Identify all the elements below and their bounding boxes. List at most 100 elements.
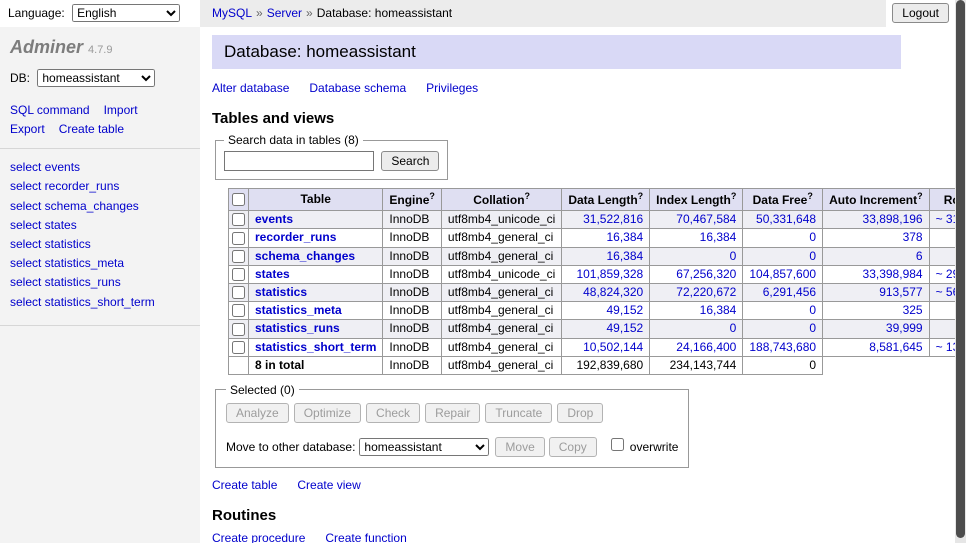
data-free-link[interactable]: 0 <box>809 230 816 244</box>
create-table-link[interactable]: Create table <box>212 478 277 492</box>
alter-database-link[interactable]: Alter database <box>212 81 289 95</box>
bulk-truncate-button[interactable]: Truncate <box>485 403 552 423</box>
data-length-link[interactable]: 49,152 <box>606 321 643 335</box>
move-button[interactable]: Move <box>495 437 544 457</box>
bulk-analyze-button[interactable]: Analyze <box>226 403 289 423</box>
index-length-link[interactable]: 16,384 <box>700 230 737 244</box>
data-length-link[interactable]: 49,152 <box>606 303 643 317</box>
bulk-check-button[interactable]: Check <box>366 403 420 423</box>
table-events-link[interactable]: events <box>255 212 293 226</box>
rows-count-link[interactable]: ~ 569,159 <box>936 285 955 299</box>
data-free-link[interactable]: 0 <box>809 303 816 317</box>
create-function-link[interactable]: Create function <box>325 531 406 543</box>
data-length-link[interactable]: 31,522,816 <box>583 212 643 226</box>
sidebar-select-events-link[interactable]: select events <box>10 160 80 174</box>
row-checkbox[interactable] <box>232 250 245 263</box>
db-select[interactable]: homeassistant <box>37 69 155 87</box>
collation-cell: utf8mb4_general_ci <box>441 283 561 301</box>
index-length-link[interactable]: 70,467,584 <box>676 212 736 226</box>
bulk-optimize-button[interactable]: Optimize <box>294 403 361 423</box>
scrollbar-thumb[interactable] <box>956 0 965 538</box>
table-statistics-runs-link[interactable]: statistics_runs <box>255 321 340 335</box>
create-view-link[interactable]: Create view <box>297 478 360 492</box>
breadcrumb-server-link[interactable]: Server <box>267 6 302 20</box>
sidebar-select-states-link[interactable]: select states <box>10 218 77 232</box>
auto-increment-link[interactable]: 39,999 <box>886 321 923 335</box>
scrollbar[interactable] <box>955 0 966 543</box>
sidebar-link-create-table[interactable]: Create table <box>59 122 124 136</box>
sidebar-link-export[interactable]: Export <box>10 122 45 136</box>
search-input[interactable] <box>224 151 374 171</box>
sidebar-link-sql-command[interactable]: SQL command <box>10 103 90 117</box>
index-length-link[interactable]: 24,166,400 <box>676 340 736 354</box>
privileges-link[interactable]: Privileges <box>426 81 478 95</box>
move-db-select[interactable]: homeassistant <box>359 438 489 456</box>
table-statistics-meta-link[interactable]: statistics_meta <box>255 303 342 317</box>
rows-count-link[interactable]: ~ 312,180 <box>936 212 955 226</box>
data-free-link[interactable]: 0 <box>809 249 816 263</box>
sidebar-select-statistics-short-term-link[interactable]: select statistics_short_term <box>10 295 155 309</box>
sidebar-select-schema-changes-link[interactable]: select schema_changes <box>10 199 139 213</box>
data-length-link[interactable]: 10,502,144 <box>583 340 643 354</box>
row-checkbox[interactable] <box>232 323 245 336</box>
create-procedure-link[interactable]: Create procedure <box>212 531 305 543</box>
row-checkbox[interactable] <box>232 286 245 299</box>
overwrite-checkbox[interactable] <box>611 438 624 451</box>
search-button[interactable]: Search <box>381 151 439 171</box>
rows-count-link[interactable]: ~ 299,833 <box>936 267 955 281</box>
total-data-free-cell: 0 <box>743 356 823 374</box>
index-length-cell: 67,256,320 <box>650 265 743 283</box>
data-length-link[interactable]: 101,859,328 <box>576 267 643 281</box>
data-free-link[interactable]: 6,291,456 <box>763 285 816 299</box>
db-links: Alter database Database schema Privileges <box>212 81 901 95</box>
bulk-repair-button[interactable]: Repair <box>425 403 480 423</box>
data-length-link[interactable]: 48,824,320 <box>583 285 643 299</box>
sidebar-select-statistics-link[interactable]: select statistics <box>10 237 91 251</box>
row-checkbox[interactable] <box>232 232 245 245</box>
data-length-cell: 48,824,320 <box>562 283 650 301</box>
sidebar-select-recorder-runs-link[interactable]: select recorder_runs <box>10 179 119 193</box>
sidebar-table-item: select states <box>10 216 190 235</box>
auto-increment-link[interactable]: 6 <box>916 249 923 263</box>
data-free-link[interactable]: 50,331,648 <box>756 212 816 226</box>
breadcrumb-mysql-link[interactable]: MySQL <box>212 6 252 20</box>
auto-increment-link[interactable]: 33,898,196 <box>863 212 923 226</box>
select-all-checkbox[interactable] <box>232 193 245 206</box>
data-free-link[interactable]: 104,857,600 <box>749 267 816 281</box>
sidebar-select-statistics-meta-link[interactable]: select statistics_meta <box>10 256 124 270</box>
index-length-cell: 0 <box>650 320 743 338</box>
sidebar-select-statistics-runs-link[interactable]: select statistics_runs <box>10 275 121 289</box>
row-checkbox[interactable] <box>232 268 245 281</box>
table-recorder-runs-link[interactable]: recorder_runs <box>255 230 336 244</box>
auto-increment-link[interactable]: 378 <box>903 230 923 244</box>
row-checkbox[interactable] <box>232 341 245 354</box>
data-free-link[interactable]: 188,743,680 <box>749 340 816 354</box>
table-schema-changes-link[interactable]: schema_changes <box>255 249 355 263</box>
rows-count-link[interactable]: ~ 136,108 <box>936 340 955 354</box>
bulk-drop-button[interactable]: Drop <box>557 403 603 423</box>
data-length-link[interactable]: 16,384 <box>606 230 643 244</box>
table-states-link[interactable]: states <box>255 267 290 281</box>
database-schema-link[interactable]: Database schema <box>309 81 406 95</box>
index-length-link[interactable]: 16,384 <box>700 303 737 317</box>
data-length-link[interactable]: 16,384 <box>606 249 643 263</box>
row-checkbox[interactable] <box>232 213 245 226</box>
copy-button[interactable]: Copy <box>549 437 597 457</box>
index-length-link[interactable]: 72,220,672 <box>676 285 736 299</box>
data-free-link[interactable]: 0 <box>809 321 816 335</box>
auto-increment-link[interactable]: 33,398,984 <box>863 267 923 281</box>
table-statistics-short-term-link[interactable]: statistics_short_term <box>255 340 376 354</box>
table-statistics-link[interactable]: statistics <box>255 285 307 299</box>
sidebar-link-import[interactable]: Import <box>104 103 138 117</box>
logout-button[interactable]: Logout <box>892 3 949 23</box>
auto-increment-link[interactable]: 325 <box>903 303 923 317</box>
collation-cell: utf8mb4_general_ci <box>441 229 561 247</box>
row-checkbox[interactable] <box>232 304 245 317</box>
auto-increment-link[interactable]: 913,577 <box>879 285 922 299</box>
index-length-link[interactable]: 67,256,320 <box>676 267 736 281</box>
auto-increment-link[interactable]: 8,581,645 <box>869 340 922 354</box>
index-length-link[interactable]: 0 <box>730 321 737 335</box>
data-length-cell: 10,502,144 <box>562 338 650 356</box>
index-length-link[interactable]: 0 <box>730 249 737 263</box>
language-select[interactable]: English <box>72 4 180 22</box>
